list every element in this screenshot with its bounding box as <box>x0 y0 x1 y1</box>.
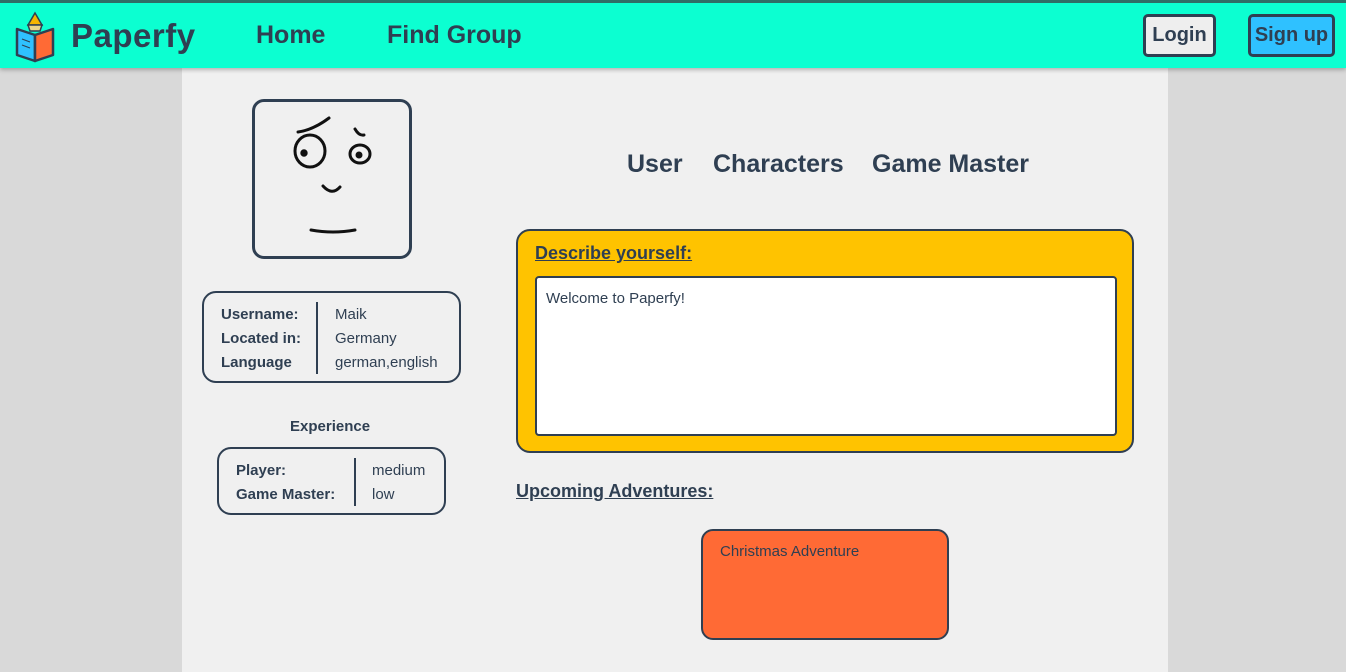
profile-page: Username: Located in: Language Maik Germ… <box>182 68 1168 672</box>
top-navbar: Paperfy Home Find Group Login Sign up <box>0 0 1346 68</box>
tab-characters[interactable]: Characters <box>713 150 844 179</box>
nav-home[interactable]: Home <box>256 21 325 50</box>
user-info-card: Username: Located in: Language Maik Germ… <box>202 291 461 383</box>
upcoming-adventures-title: Upcoming Adventures: <box>516 481 714 501</box>
experience-title: Experience <box>290 418 371 435</box>
nav-find-group[interactable]: Find Group <box>387 21 522 50</box>
login-button[interactable]: Login <box>1143 14 1216 57</box>
description-textarea[interactable]: Welcome to Paperfy! <box>535 276 1117 436</box>
info-values: Maik Germany german,english <box>335 303 438 375</box>
doodle-face-icon <box>293 116 372 234</box>
tab-user[interactable]: User <box>627 150 683 179</box>
player-value: medium <box>372 462 426 479</box>
describe-yourself-title: Describe yourself: <box>535 243 693 263</box>
describe-yourself-panel: Describe yourself: Welcome to Paperfy! <box>516 229 1134 453</box>
experience-values: medium low <box>372 459 425 507</box>
experience-divider <box>354 458 356 506</box>
username-value: Maik <box>335 306 367 323</box>
adventure-card[interactable]: Christmas Adventure <box>701 529 949 640</box>
experience-labels: Player: Game Master: <box>236 459 335 507</box>
game-master-label: Game Master: <box>236 486 336 503</box>
language-value: german,english <box>335 354 438 371</box>
tab-game-master[interactable]: Game Master <box>872 150 1029 179</box>
experience-card: Player: Game Master: medium low <box>217 447 446 515</box>
info-labels: Username: Located in: Language <box>221 303 301 375</box>
book-pencil-icon[interactable] <box>14 11 56 63</box>
language-label: Language <box>221 354 292 371</box>
info-divider <box>316 302 318 374</box>
avatar <box>252 99 412 259</box>
brand-name[interactable]: Paperfy <box>71 17 196 55</box>
location-value: Germany <box>335 330 397 347</box>
signup-button[interactable]: Sign up <box>1248 14 1335 57</box>
game-master-value: low <box>372 486 395 503</box>
username-label: Username: <box>221 306 299 323</box>
adventure-name: Christmas Adventure <box>720 543 860 560</box>
player-label: Player: <box>236 462 287 479</box>
location-label: Located in: <box>221 330 302 347</box>
